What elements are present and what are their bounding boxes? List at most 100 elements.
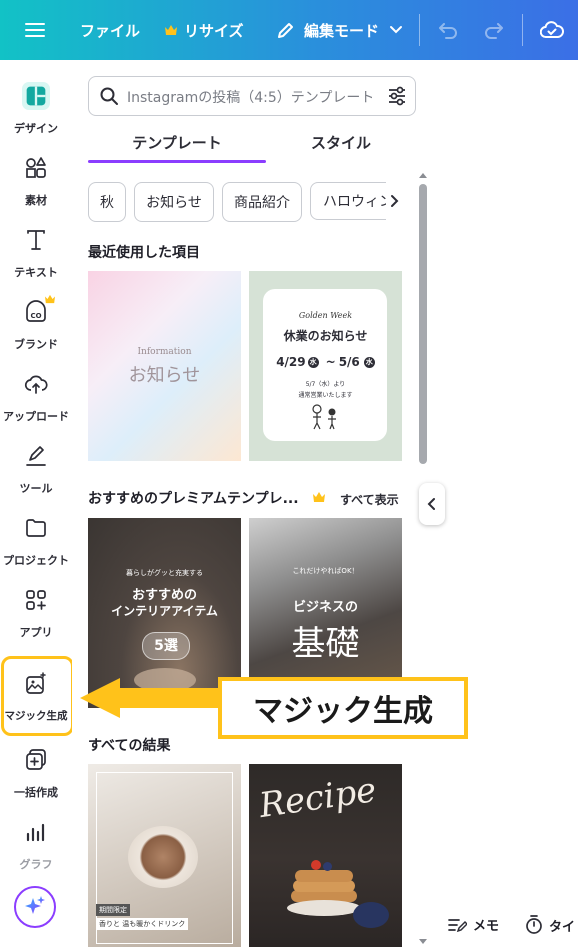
sidebar-item-text[interactable]: テキスト [0, 216, 72, 288]
cloud-check-icon [540, 21, 564, 38]
template-card[interactable]: Information お知らせ [88, 271, 241, 461]
callout-arrow [80, 678, 222, 718]
card-title: おすすめの [131, 588, 197, 603]
scroll-up-icon [419, 173, 427, 178]
filter-icon[interactable] [386, 85, 408, 107]
filter-chip[interactable]: 商品紹介 [222, 182, 302, 222]
redo-icon [485, 23, 503, 39]
chip-label: 秋 [100, 195, 114, 211]
file-menu-button[interactable]: ファイル [80, 0, 140, 60]
chevron-right-icon [391, 195, 399, 207]
sidebar-label: グラフ [19, 858, 53, 871]
section-title-all-results: すべての結果 [88, 738, 171, 754]
card-kicker: これだけやればOK！ [292, 567, 359, 575]
tab-label: テンプレート [132, 134, 222, 152]
section-title-premium: おすすめのプレミアムテンプレ... [88, 491, 299, 507]
card-subtitle: Information [137, 347, 192, 357]
sidebar-label: 一括作成 [14, 786, 58, 799]
sidebar-item-apps[interactable]: アプリ [0, 576, 72, 648]
template-panel: Instagramの投稿（4:5）テンプレートを テンプレート スタイル 秋 お… [72, 60, 433, 947]
sidebar-label: アプリ [19, 626, 53, 639]
magic-assistant-button[interactable] [14, 886, 56, 928]
resize-button[interactable]: リサイズ [164, 0, 244, 60]
sidebar-item-charts[interactable]: グラフ [0, 808, 72, 880]
draw-icon [26, 446, 46, 466]
day-badge: 水 [307, 357, 319, 368]
sidebar-label: マジック生成 [4, 710, 68, 722]
sidebar-item-design[interactable]: デザイン [0, 72, 72, 144]
card-tag: 期間限定 [96, 904, 130, 916]
chips-next-button[interactable] [386, 182, 402, 220]
date-to: 5/6 [338, 355, 360, 369]
tab-templates[interactable]: テンプレート [88, 132, 266, 162]
sidebar-item-bulk-create[interactable]: 一括作成 [0, 736, 72, 808]
callout-box: マジック生成 [218, 677, 468, 739]
sidebar-label: デザイン [14, 122, 58, 135]
card-kicker: 暮らしがグッと充実する [126, 569, 203, 577]
undo-button[interactable] [437, 0, 459, 60]
canvas-page[interactable] [433, 60, 578, 905]
edit-mode-dropdown[interactable]: 編集モード [276, 0, 403, 60]
scroll-down-icon [419, 939, 427, 944]
card-tag: 香りと 温も暖かくドリンク [96, 918, 189, 930]
scrollbar-thumb[interactable] [419, 184, 427, 464]
card-note: 通常営業いたします [298, 392, 353, 399]
pencil-icon [278, 23, 293, 38]
search-box[interactable]: Instagramの投稿（4:5）テンプレートを [88, 76, 416, 116]
card-script: Golden Week [298, 311, 353, 320]
text-icon [27, 230, 45, 250]
card-dates: 4/29 水 ~5/6 水 [249, 355, 402, 369]
tab-styles[interactable]: スタイル [266, 132, 416, 162]
notes-icon [448, 918, 467, 932]
edit-mode-label: 編集モード [304, 21, 380, 40]
card-big-title: 基礎 [291, 624, 360, 664]
see-all-link[interactable]: すべて表示 [340, 491, 399, 508]
template-card[interactable]: 期間限定 香りと 温も暖かくドリンク [88, 764, 241, 947]
card-script: Recipe [256, 770, 379, 826]
editor-canvas[interactable]: メモ タイ [433, 60, 578, 947]
template-card[interactable]: Golden Week 休業のお知らせ 4/29 水 ~5/6 水 5/7（水）より … [249, 271, 402, 461]
design-icon [22, 82, 50, 110]
notes-button[interactable]: メモ [447, 915, 499, 934]
chip-label: 商品紹介 [234, 195, 290, 211]
timer-label: タイ [549, 919, 576, 935]
filter-chip[interactable]: お知らせ [134, 182, 214, 222]
card-title: 休業のお知らせ [283, 329, 368, 343]
folder-icon [26, 519, 46, 537]
timer-button[interactable]: タイ [525, 915, 575, 935]
bar-chart-icon [26, 823, 45, 842]
undo-icon [439, 23, 457, 39]
hamburger-icon [25, 23, 45, 37]
template-card[interactable]: Recipe [249, 764, 402, 947]
chip-label: お知らせ [146, 195, 202, 211]
family-illustration [312, 404, 336, 430]
sidebar-item-brand[interactable]: CO ブランド [0, 288, 72, 360]
sidebar-item-uploads[interactable]: アップロード [0, 360, 72, 432]
save-status-button[interactable] [540, 0, 564, 60]
sidebar-item-elements[interactable]: 素材 [0, 144, 72, 216]
sparkle-icon [25, 896, 45, 914]
berry-bowl [353, 902, 389, 928]
elements-icon [26, 157, 46, 178]
crown-icon [313, 492, 325, 502]
cloud-upload-icon [24, 375, 48, 394]
sidebar-item-tools[interactable]: ツール [0, 432, 72, 504]
redo-button[interactable] [483, 0, 505, 60]
search-input[interactable]: Instagramの投稿（4:5）テンプレートを [127, 87, 372, 107]
collapse-panel-button[interactable] [419, 483, 445, 525]
sidebar-item-projects[interactable]: プロジェクト [0, 504, 72, 576]
section-title-recent: 最近使用した項目 [88, 245, 200, 261]
card-title: ビジネスの [292, 600, 358, 615]
sidebar-item-magic-generate[interactable]: マジック生成 [0, 660, 72, 732]
panel-scrollbar[interactable] [419, 172, 427, 947]
menu-button[interactable] [24, 0, 46, 60]
filter-chip[interactable]: 秋 [88, 182, 126, 222]
toolbar-divider [419, 14, 420, 46]
card-title: インテリアアイテム [111, 604, 218, 618]
card-badge: 5選 [142, 632, 190, 660]
search-icon [100, 87, 118, 105]
chevron-left-icon [427, 498, 435, 510]
tab-label: スタイル [310, 134, 371, 152]
bulk-create-icon [26, 749, 46, 770]
day-badge: 水 [363, 357, 375, 368]
